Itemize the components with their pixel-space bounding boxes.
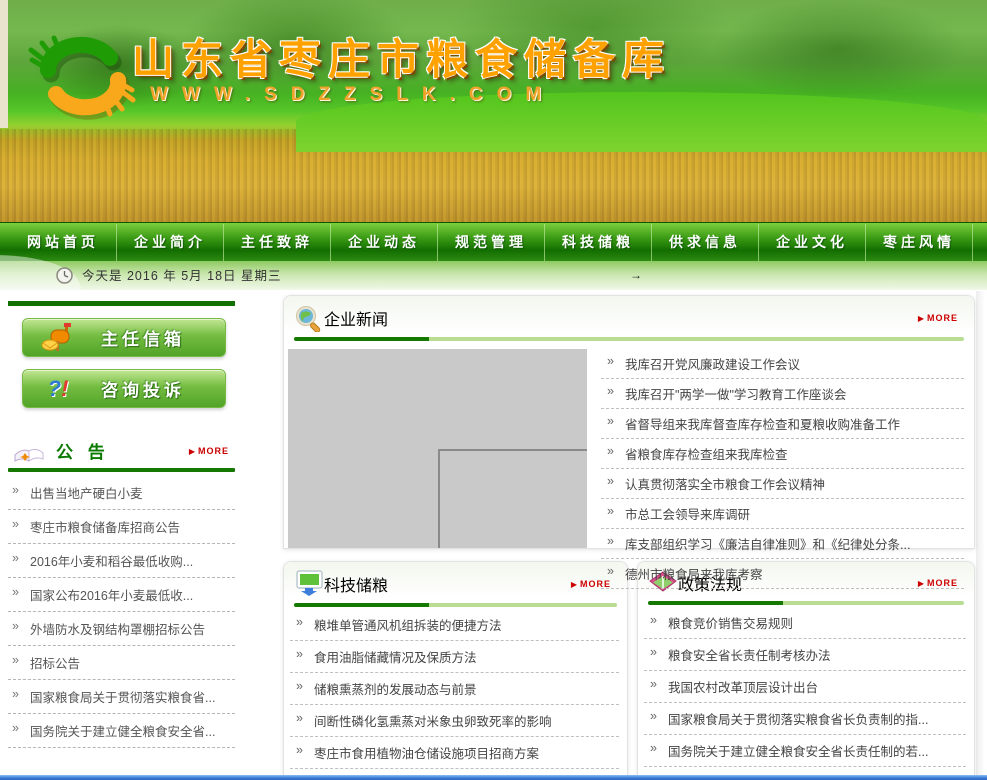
- notice-item[interactable]: 出售当地产硬白小麦: [8, 476, 235, 510]
- tech-storage-list: 粮堆单管通风机组拆装的便捷方法 食用油脂储藏情况及保质方法 储粮熏蒸剂的发展动态…: [290, 609, 619, 780]
- clock-icon: [56, 267, 73, 284]
- news-item[interactable]: 德州市粮食局来我库考察: [601, 559, 964, 589]
- notice-item[interactable]: 国家公布2016年小麦最低收...: [8, 578, 235, 612]
- tech-item[interactable]: 枣庄市食用植物油仓储设施项目招商方案: [290, 737, 619, 769]
- company-news-body: 我库召开党风廉政建设工作会议 我库召开"两学一做"学习教育工作座谈会 省督导组来…: [284, 341, 974, 589]
- company-news-title: 企业新闻: [324, 306, 388, 330]
- policy-item[interactable]: 国家粮食局关于贯彻落实粮食省长负责制的指...: [644, 703, 966, 735]
- tech-storage-panel: 科技储粮 MORE 粮堆单管通风机组拆装的便捷方法 食用油脂储藏情况及保质方法 …: [283, 561, 628, 780]
- site-url-text: WWW.SDZZSLK.COM: [150, 84, 555, 106]
- tech-storage-title: 科技储粮: [324, 572, 388, 596]
- content-area: 企业新闻 MORE 我库召开党风廉政建设工作会议 我库召开"两学一做"学习教育工…: [283, 295, 975, 780]
- company-news-more-link[interactable]: MORE: [918, 313, 958, 323]
- nav-item-home[interactable]: 网站首页: [10, 224, 117, 261]
- tech-item[interactable]: 间断性磷化氢熏蒸对米象虫卵致死率的影响: [290, 705, 619, 737]
- notice-item[interactable]: 国务院关于建立健全粮食安全省...: [8, 714, 235, 748]
- tech-storage-header: 科技储粮 MORE: [284, 562, 627, 598]
- company-news-list: 我库召开党风廉政建设工作会议 我库召开"两学一做"学习教育工作座谈会 省督导组来…: [601, 349, 964, 589]
- main-nav: 网站首页 企业简介 主任致辞 企业动态 规范管理 科技储粮 供求信息 企业文化 …: [0, 222, 987, 261]
- sidebar-top-bar: [8, 301, 235, 306]
- magnifier-globe-icon: [294, 304, 324, 332]
- notice-item[interactable]: 招标公告: [8, 646, 235, 680]
- consult-complaint-button[interactable]: ?! 咨询投诉: [22, 369, 226, 408]
- mailbox-icon: [41, 323, 75, 353]
- policy-regulation-list: 粮食竞价销售交易规则 粮食安全省长责任制考核办法 我国农村改革顶层设计出台 国家…: [644, 607, 966, 780]
- news-item[interactable]: 库支部组织学习《廉洁自律准则》和《纪律处分条...: [601, 529, 964, 559]
- banner: 山东省枣庄市粮食储备库 WWW.SDZZSLK.COM: [0, 0, 987, 222]
- policy-item[interactable]: 我国农村改革顶层设计出台: [644, 671, 966, 703]
- policy-item[interactable]: 粮食竞价销售交易规则: [644, 607, 966, 639]
- news-image-inner-frame: [438, 449, 587, 548]
- news-image-slideshow[interactable]: [288, 349, 587, 548]
- director-mailbox-label: 主任信箱: [75, 325, 211, 350]
- date-bar: 今天是 2016 年 5月 18日 星期三 →: [0, 261, 987, 291]
- bottom-blue-bar: [0, 775, 987, 780]
- policy-item[interactable]: 国务院关于建立健全粮食安全省长责任制的若...: [644, 735, 966, 767]
- nav-item-company-profile[interactable]: 企业简介: [117, 224, 224, 261]
- company-news-panel: 企业新闻 MORE 我库召开党风廉政建设工作会议 我库召开"两学一做"学习教育工…: [283, 295, 975, 549]
- sidebar: 主任信箱 ?! 咨询投诉 公 告 MORE 出售当地产硬白小麦 枣庄市粮食储备库…: [8, 301, 235, 780]
- nav-item-company-news[interactable]: 企业动态: [331, 224, 438, 261]
- nav-item-tech-grain-storage[interactable]: 科技储粮: [545, 224, 652, 261]
- lower-panels-row: 科技储粮 MORE 粮堆单管通风机组拆装的便捷方法 食用油脂储藏情况及保质方法 …: [283, 561, 975, 780]
- marquee-arrow: →: [630, 261, 642, 289]
- nav-item-supply-demand[interactable]: 供求信息: [652, 224, 759, 261]
- news-item[interactable]: 市总工会领导来库调研: [601, 499, 964, 529]
- today-date-text: 今天是 2016 年 5月 18日 星期三: [82, 261, 282, 291]
- nav-item-company-culture[interactable]: 企业文化: [759, 224, 866, 261]
- news-item[interactable]: 我库召开"两学一做"学习教育工作座谈会: [601, 379, 964, 409]
- policy-regulation-underline: [648, 601, 964, 605]
- news-item[interactable]: 省督导组来我库督查库存检查和夏粮收购准备工作: [601, 409, 964, 439]
- notice-underline: [8, 468, 235, 472]
- main-area: 主任信箱 ?! 咨询投诉 公 告 MORE 出售当地产硬白小麦 枣庄市粮食储备库…: [0, 291, 987, 780]
- policy-regulation-panel: 政策法规 MORE 粮食竞价销售交易规则 粮食安全省长责任制考核办法 我国农村改…: [637, 561, 975, 780]
- nav-item-zaozhuang-scenery[interactable]: 枣庄风情: [866, 224, 973, 261]
- question-exclamation-icon: ?!: [41, 374, 75, 404]
- tech-item[interactable]: 粮堆单管通风机组拆装的便捷方法: [290, 609, 619, 641]
- tech-item[interactable]: 食用油脂储藏情况及保质方法: [290, 641, 619, 673]
- notice-list: 出售当地产硬白小麦 枣庄市粮食储备库招商公告 2016年小麦和稻谷最低收购...…: [8, 476, 235, 748]
- computer-monitor-icon: [294, 570, 324, 598]
- page: 山东省枣庄市粮食储备库 WWW.SDZZSLK.COM 网站首页 企业简介 主任…: [0, 0, 987, 780]
- company-news-header: 企业新闻 MORE: [284, 296, 974, 332]
- policy-item[interactable]: 粮食安全省长责任制考核办法: [644, 639, 966, 671]
- consult-complaint-label: 咨询投诉: [75, 376, 211, 401]
- notice-item[interactable]: 国家粮食局关于贯彻落实粮食省...: [8, 680, 235, 714]
- notice-section-header: 公 告 MORE: [8, 438, 235, 463]
- notice-item[interactable]: 枣庄市粮食储备库招商公告: [8, 510, 235, 544]
- notice-item[interactable]: 外墙防水及钢结构罩棚招标公告: [8, 612, 235, 646]
- open-book-icon: [12, 439, 46, 463]
- nav-item-contact-us[interactable]: 联系我们: [973, 224, 987, 261]
- news-item[interactable]: 我库召开党风廉政建设工作会议: [601, 349, 964, 379]
- notice-more-link[interactable]: MORE: [189, 446, 229, 456]
- notice-title: 公 告: [56, 438, 110, 463]
- nav-item-standard-management[interactable]: 规范管理: [438, 224, 545, 261]
- tech-storage-underline: [294, 603, 617, 607]
- notice-item[interactable]: 2016年小麦和稻谷最低收购...: [8, 544, 235, 578]
- news-item[interactable]: 省粮食库存检查组来我库检查: [601, 439, 964, 469]
- tech-item[interactable]: 储粮熏蒸剂的发展动态与前景: [290, 673, 619, 705]
- nav-item-director-speech[interactable]: 主任致辞: [224, 224, 331, 261]
- site-title: 山东省枣庄市粮食储备库: [132, 26, 671, 87]
- news-item[interactable]: 认真贯彻落实全市粮食工作会议精神: [601, 469, 964, 499]
- director-mailbox-button[interactable]: 主任信箱: [22, 318, 226, 357]
